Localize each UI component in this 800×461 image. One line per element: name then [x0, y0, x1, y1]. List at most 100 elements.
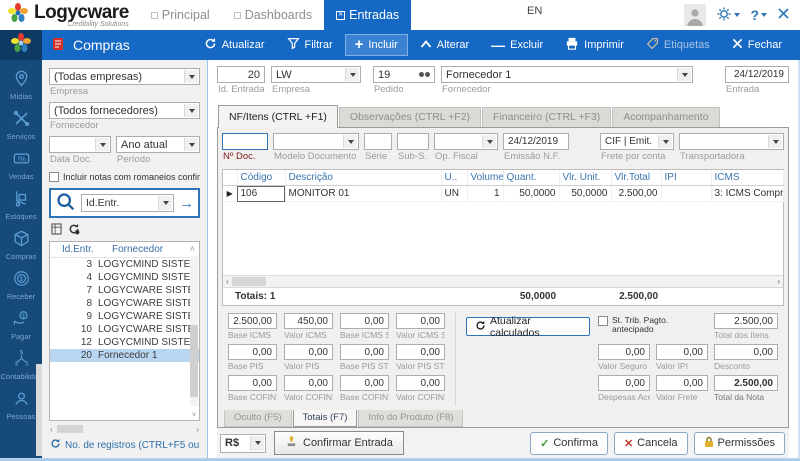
- valor-cofins-field[interactable]: 0,00: [284, 375, 333, 391]
- empresa-filter-select[interactable]: (Todas empresas): [49, 68, 200, 85]
- permissoes-button[interactable]: Permissões: [694, 432, 785, 455]
- records-count-link[interactable]: No. de registros (CTRL+F5 ou cliq...: [49, 436, 200, 454]
- tab-nf-itens[interactable]: NF/Itens (CTRL +F1): [218, 105, 338, 128]
- st-trib-checkbox[interactable]: [598, 316, 608, 326]
- valor-pis-st-field[interactable]: 0,00: [396, 344, 445, 360]
- tab-acompanhamento[interactable]: Acompanhamento: [612, 107, 719, 127]
- scroll-thumb[interactable]: [232, 277, 266, 286]
- help-button[interactable]: ?: [750, 7, 767, 23]
- scroll-left-icon[interactable]: ‹: [50, 425, 53, 434]
- sidebar-item-midias[interactable]: Mídias: [0, 66, 42, 105]
- cell-quant[interactable]: 50,0000: [503, 186, 559, 202]
- sidebar-item-receber[interactable]: $ Receber: [0, 266, 42, 305]
- grid-horizontal-scrollbar[interactable]: ‹ ›: [223, 275, 783, 287]
- cell-u[interactable]: UN: [441, 186, 467, 202]
- search-go-arrow[interactable]: →: [179, 195, 194, 212]
- binoculars-icon[interactable]: [415, 72, 430, 77]
- fechar-button[interactable]: Fechar: [722, 33, 792, 57]
- tab-entradas[interactable]: Entradas: [324, 0, 411, 30]
- id-entrada-field[interactable]: 20: [217, 66, 265, 83]
- base-pis-field[interactable]: 0,00: [228, 344, 277, 360]
- base-pis-st-field[interactable]: 0,00: [340, 344, 389, 360]
- base-icms-field[interactable]: 2.500,00: [228, 313, 277, 329]
- subtab-info-produto[interactable]: Info do Produto (F8): [358, 410, 463, 427]
- entrada-date-field[interactable]: 24/12/2019: [725, 66, 789, 83]
- sidebar-item-vendas[interactable]: !% Vendas: [0, 146, 42, 185]
- total-dos-itens-field[interactable]: 2.500,00: [714, 313, 778, 329]
- grid-header-row[interactable]: Código Descrição U.. Volume Quant. Vlr. …: [223, 170, 783, 186]
- empresa-select[interactable]: LW: [271, 66, 361, 83]
- n-doc-input[interactable]: [222, 133, 268, 150]
- tree-row[interactable]: 8LOGYCWARE SISTEMAS L: [50, 297, 199, 310]
- op-fiscal-select[interactable]: [434, 133, 498, 150]
- valor-pis-field[interactable]: 0,00: [284, 344, 333, 360]
- etiquetas-button[interactable]: Etiquetas: [636, 32, 720, 58]
- excluir-button[interactable]: — Excluir: [481, 34, 553, 56]
- pedido-field[interactable]: 19: [373, 66, 435, 83]
- cell-icms[interactable]: 3: ICMS Compra...: [711, 186, 783, 202]
- tab-observacoes[interactable]: Observações (CTRL +F2): [339, 107, 481, 127]
- col-u[interactable]: U..: [441, 170, 467, 186]
- frete-por-conta-select[interactable]: CIF | Emit.: [600, 133, 674, 150]
- cancela-button[interactable]: ✕ Cancela: [614, 432, 688, 455]
- filtrar-button[interactable]: Filtrar: [277, 32, 343, 58]
- tree-row-selected[interactable]: 20Fornecedor 1: [50, 349, 199, 362]
- cell-volume[interactable]: 1: [467, 186, 503, 202]
- base-cofins-st-field[interactable]: 0,00: [340, 375, 389, 391]
- grid-row[interactable]: ▶ 106 MONITOR 01 UN 1 50,0000 50,0000 2.…: [223, 186, 783, 202]
- tree-horizontal-scrollbar[interactable]: ‹ ›: [50, 424, 199, 434]
- language-indicator[interactable]: EN: [527, 5, 542, 17]
- tree-vertical-scrollbar[interactable]: [190, 256, 198, 406]
- confirma-button[interactable]: ✓ Confirma: [530, 432, 608, 455]
- subtab-oculto[interactable]: Oculto (F5): [224, 410, 292, 427]
- grid-layout-icon[interactable]: [51, 223, 62, 238]
- valor-ipi-field[interactable]: 0,00: [656, 344, 708, 360]
- tree-row[interactable]: 7LOGYCWARE SISTEMAS L: [50, 284, 199, 297]
- alterar-button[interactable]: Alterar: [410, 34, 479, 57]
- tree-row[interactable]: 9LOGYCWARE SISTEMAS L: [50, 310, 199, 323]
- despesas-aces-field[interactable]: 0,00: [598, 375, 650, 391]
- fornecedor-combo[interactable]: Fornecedor 1: [441, 66, 693, 83]
- romaneios-checkbox[interactable]: [49, 172, 59, 182]
- col-volume[interactable]: Volume: [467, 170, 503, 186]
- atualizar-button[interactable]: Atualizar: [194, 32, 275, 58]
- tree-row[interactable]: 3LOGYCMIND SISTEMAS LT: [50, 258, 199, 271]
- atualizar-calculados-button[interactable]: Atualizar calculados: [466, 317, 590, 336]
- col-ipi[interactable]: IPI: [661, 170, 711, 186]
- col-vlr-total[interactable]: Vlr.Total: [611, 170, 661, 186]
- sidebar-scrollbar[interactable]: [36, 364, 42, 456]
- cell-codigo[interactable]: 106: [237, 186, 285, 202]
- data-doc-select[interactable]: [49, 136, 111, 153]
- settings-button[interactable]: [716, 6, 740, 25]
- tree-header[interactable]: Id.Entr. Fornecedor ˄: [50, 242, 199, 258]
- fornecedor-filter-select[interactable]: (Todos fornecedores): [49, 102, 200, 119]
- base-cofins-field[interactable]: 0,00: [228, 375, 277, 391]
- col-icms[interactable]: ICMS: [711, 170, 783, 186]
- confirmar-entrada-button[interactable]: Confirmar Entrada: [274, 431, 404, 455]
- cell-descricao[interactable]: MONITOR 01: [285, 186, 441, 202]
- refresh-layout-icon[interactable]: [68, 223, 80, 238]
- modelo-documento-select[interactable]: [273, 133, 359, 150]
- valor-icms-field[interactable]: 450,00: [284, 313, 333, 329]
- currency-select[interactable]: R$: [220, 434, 266, 453]
- tab-dashboards[interactable]: Dashboards: [222, 0, 324, 30]
- tree-col-fornecedor[interactable]: Fornecedor: [112, 244, 163, 255]
- tab-principal[interactable]: Principal: [139, 0, 222, 30]
- valor-frete-field[interactable]: 0,00: [656, 375, 708, 391]
- total-da-nota-field[interactable]: 2.500,00: [714, 375, 778, 391]
- tree-scroll-down-icon[interactable]: ˅: [189, 412, 199, 419]
- search-field-select[interactable]: Id.Entr.: [81, 194, 174, 212]
- cell-vlr-total[interactable]: 2.500,00: [611, 186, 661, 202]
- scroll-thumb[interactable]: [57, 425, 83, 433]
- valor-cofins-st-field[interactable]: 0,00: [396, 375, 445, 391]
- col-descricao[interactable]: Descrição: [285, 170, 441, 186]
- transportadora-select[interactable]: [679, 133, 784, 150]
- incluir-button[interactable]: + Incluir: [345, 34, 408, 56]
- col-quant[interactable]: Quant.: [503, 170, 559, 186]
- base-icms-st-field[interactable]: 0,00: [340, 313, 389, 329]
- desconto-field[interactable]: 0,00: [714, 344, 778, 360]
- sidebar-item-compras[interactable]: Compras: [0, 226, 42, 265]
- valor-seguro-field[interactable]: 0,00: [598, 344, 650, 360]
- tab-financeiro[interactable]: Financeiro (CTRL +F3): [482, 107, 611, 127]
- subtab-totais[interactable]: Totais (F7): [293, 410, 358, 427]
